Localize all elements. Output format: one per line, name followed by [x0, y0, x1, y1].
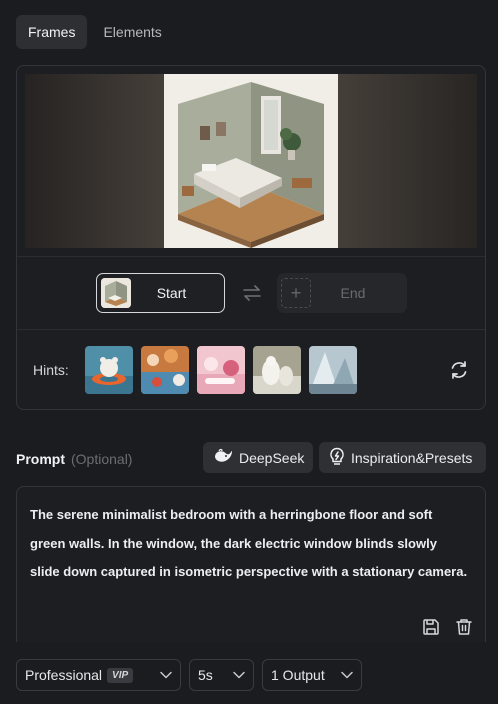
deepseek-button[interactable]: DeepSeek: [203, 442, 313, 473]
deepseek-label: DeepSeek: [239, 449, 305, 466]
hint-image-2[interactable]: [141, 346, 189, 394]
divider: [17, 329, 485, 330]
output-count-select[interactable]: 1 Output: [262, 659, 362, 691]
frames-panel: Start + End Hints:: [16, 65, 486, 410]
swap-icon[interactable]: [242, 285, 262, 301]
prompt-title: Prompt: [16, 451, 65, 467]
hints-label: Hints:: [33, 362, 69, 378]
hint-image-3[interactable]: [197, 346, 245, 394]
mode-tabs: Frames Elements: [16, 15, 174, 49]
duration-select[interactable]: 5s: [189, 659, 254, 691]
divider: [17, 256, 485, 257]
prompt-textarea[interactable]: The serene minimalist bedroom with a her…: [16, 486, 486, 642]
quality-value: Professional: [25, 667, 103, 683]
prompt-optional-label: (Optional): [71, 451, 133, 467]
inspiration-presets-label: Inspiration&Presets: [351, 449, 473, 466]
chevron-down-icon: [233, 671, 245, 679]
hint-image-4[interactable]: [253, 346, 301, 394]
vip-badge: VIP: [107, 667, 134, 683]
quality-select[interactable]: Professional VIP: [16, 659, 181, 691]
inspiration-presets-button[interactable]: Inspiration&Presets: [319, 442, 486, 473]
trash-icon[interactable]: [455, 618, 473, 636]
hint-image-5[interactable]: [309, 346, 357, 394]
start-frame-button[interactable]: Start: [96, 273, 225, 313]
tab-frames[interactable]: Frames: [16, 15, 88, 49]
preview-blur-left: [25, 74, 164, 248]
start-frame-thumbnail: [101, 278, 131, 308]
prompt-text[interactable]: The serene minimalist bedroom with a her…: [30, 501, 470, 587]
chevron-down-icon: [160, 671, 172, 679]
preview-bedroom-image: [164, 74, 338, 248]
lightbulb-icon: [329, 447, 345, 468]
chevron-down-icon: [341, 671, 353, 679]
save-icon[interactable]: [422, 618, 440, 636]
output-count-value: 1 Output: [271, 667, 325, 683]
hint-image-1[interactable]: [85, 346, 133, 394]
add-end-frame-icon: +: [281, 278, 311, 308]
preview-blur-right: [338, 74, 477, 248]
frame-preview: [25, 74, 477, 248]
tab-elements[interactable]: Elements: [91, 15, 173, 49]
end-label: End: [340, 285, 366, 301]
end-frame-button[interactable]: + End: [277, 273, 407, 313]
duration-value: 5s: [198, 667, 213, 683]
refresh-hints-icon[interactable]: [449, 360, 469, 380]
deepseek-whale-icon: [213, 448, 233, 467]
start-label: Start: [156, 285, 187, 301]
